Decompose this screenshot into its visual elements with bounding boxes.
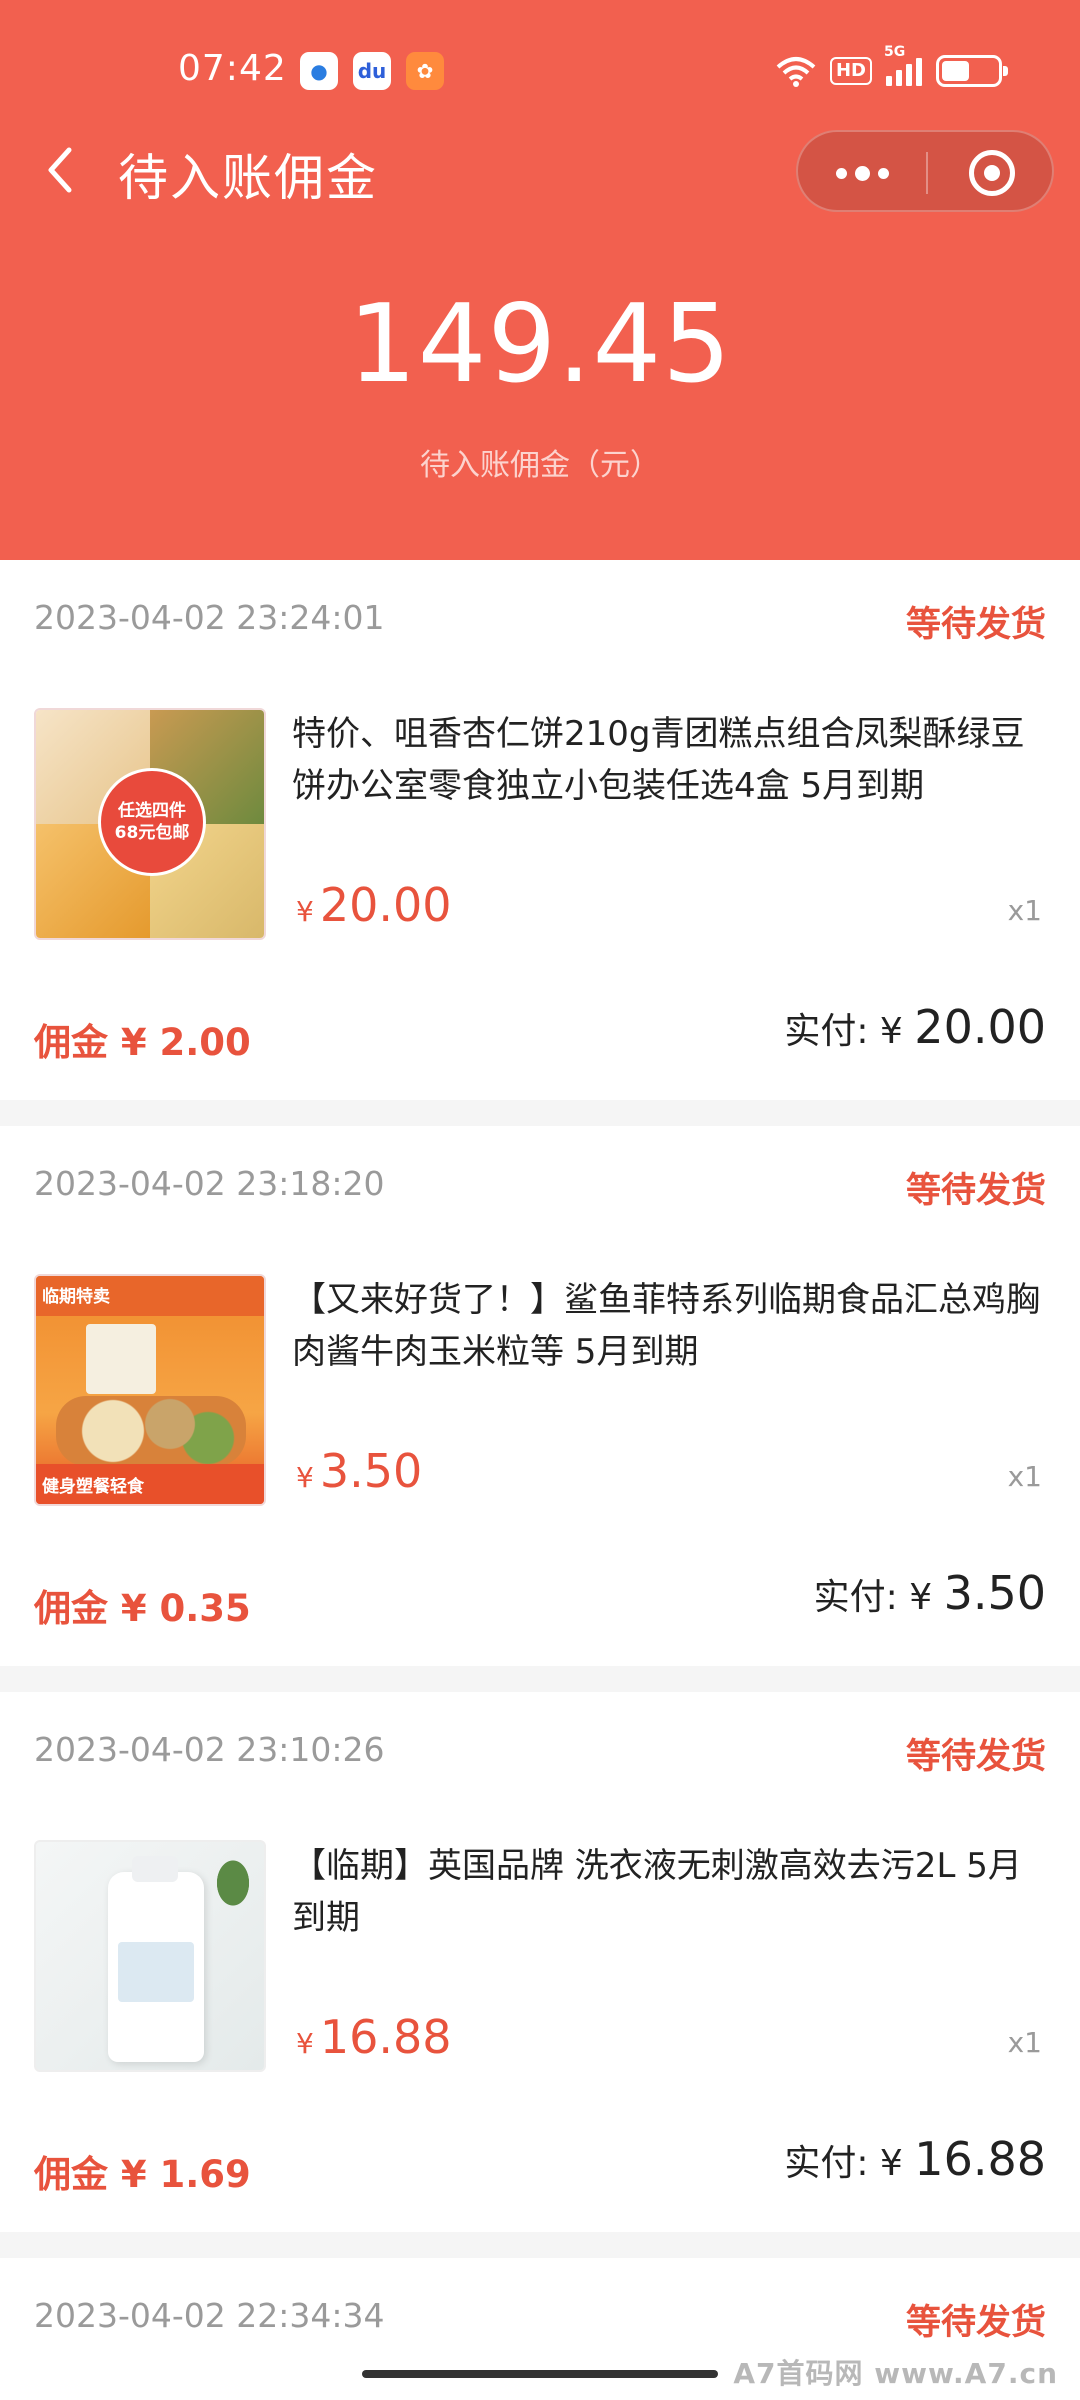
commission-amount: 佣金 ¥ 1.69	[34, 2153, 251, 2196]
status-bar: 07:42 ● du ✿ HD 5G	[0, 40, 1080, 102]
product-title[interactable]: 【临期】英国品牌 洗衣液无刺激高效去污2L 5月到期	[292, 1840, 1044, 1944]
product-quantity: x1	[1007, 2026, 1042, 2059]
order-time: 2023-04-02 23:24:01	[34, 598, 385, 637]
product-price: ¥3.50	[296, 1444, 423, 1498]
order-list: 2023-04-02 23:24:01 等待发货 任选四件 68元包邮 特价、咀…	[0, 560, 1080, 2400]
more-dots-icon	[854, 165, 870, 181]
product-price: ¥20.00	[296, 878, 452, 932]
more-dots-icon	[835, 167, 847, 179]
close-mini-program-button[interactable]	[928, 132, 1056, 214]
product-title[interactable]: 特价、咀香杏仁饼210g青团糕点组合凤梨酥绿豆饼办公室零食独立小包装任选4盒 5…	[292, 708, 1044, 812]
order-status: 等待发货	[905, 605, 1046, 645]
status-indicators: HD 5G	[776, 44, 1008, 94]
baidu-app-icon: du	[353, 52, 391, 90]
paid-amount: 实付: ¥ 3.50	[813, 1566, 1046, 1620]
order-status: 等待发货	[905, 2303, 1046, 2343]
network-type: 5G	[884, 44, 906, 60]
product-image[interactable]: 临期特卖 健身塑餐轻食	[34, 1274, 266, 1506]
battery-icon	[936, 55, 1008, 87]
product-title[interactable]: 【又来好货了！】鲨鱼菲特系列临期食品汇总鸡胸肉酱牛肉玉米粒等 5月到期	[292, 1274, 1044, 1378]
paid-amount: 实付: ¥ 20.00	[784, 1000, 1046, 1054]
order-status: 等待发货	[905, 1737, 1046, 1777]
product-quantity: x1	[1007, 1460, 1042, 1493]
battery-level	[942, 61, 969, 81]
target-circle-icon	[969, 150, 1015, 196]
page-title: 待入账佣金	[118, 149, 378, 207]
header: 07:42 ● du ✿ HD 5G 待入账佣金 149.45 待入账佣金（元）	[0, 0, 1080, 560]
pending-commission-label: 待入账佣金（元）	[420, 448, 660, 483]
back-button[interactable]	[30, 140, 90, 200]
thumb-caption: 健身塑餐轻食	[36, 1464, 264, 1504]
more-button[interactable]	[798, 132, 926, 214]
order-card[interactable]: 2023-04-02 23:24:01 等待发货 任选四件 68元包邮 特价、咀…	[0, 560, 1080, 1100]
commission-amount: 佣金 ¥ 0.35	[34, 1587, 251, 1630]
product-price: ¥16.88	[296, 2010, 452, 2064]
paid-amount: 实付: ¥ 16.88	[784, 2132, 1046, 2186]
promo-badge: 任选四件 68元包邮	[98, 768, 206, 876]
site-watermark: A7首码网 www.A7.cn	[733, 2357, 1058, 2390]
order-card[interactable]: 2023-04-02 23:18:20 等待发货 临期特卖 健身塑餐轻食 【又来…	[0, 1126, 1080, 1666]
signal-icon: 5G	[884, 44, 922, 86]
mini-program-capsule	[796, 130, 1054, 212]
order-card[interactable]: 2023-04-02 23:10:26 等待发货 【临期】英国品牌 洗衣液无刺激…	[0, 1692, 1080, 2232]
product-quantity: x1	[1007, 894, 1042, 927]
wifi-icon	[776, 57, 816, 87]
product-image[interactable]: 任选四件 68元包邮	[34, 708, 266, 940]
notification-app-icon: ●	[300, 52, 338, 90]
order-time: 2023-04-02 23:10:26	[34, 1730, 385, 1769]
commission-amount: 佣金 ¥ 2.00	[34, 1021, 251, 1064]
order-time: 2023-04-02 23:18:20	[34, 1164, 385, 1203]
order-time: 2023-04-02 22:34:34	[34, 2296, 385, 2335]
product-image[interactable]	[34, 1840, 266, 2072]
home-indicator[interactable]	[362, 2370, 718, 2378]
order-status: 等待发货	[905, 1171, 1046, 1211]
nav-bar: 待入账佣金	[0, 120, 1080, 220]
status-time: 07:42	[178, 48, 287, 89]
notification-app-icon-2: ✿	[406, 52, 444, 90]
hd-badge: HD	[829, 57, 872, 85]
pending-commission-amount: 149.45	[348, 282, 732, 407]
thumb-tag: 临期特卖	[42, 1287, 110, 1307]
more-dots-icon	[877, 167, 889, 179]
chevron-left-icon	[48, 147, 72, 193]
